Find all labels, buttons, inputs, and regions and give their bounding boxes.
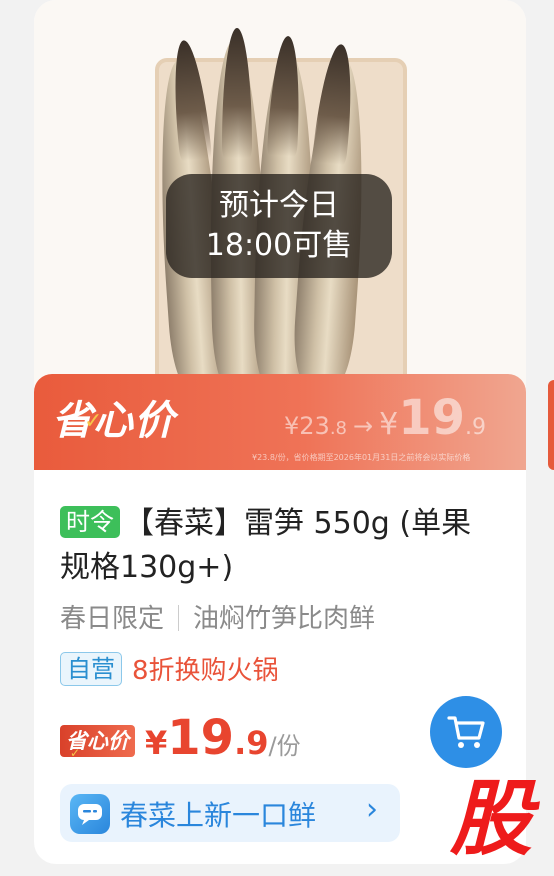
- price-decimal: .9: [234, 724, 269, 762]
- banner-title: 省心价: [52, 398, 175, 444]
- subtitle-left: 春日限定: [60, 604, 165, 634]
- chevron-right-icon: ›: [366, 792, 378, 827]
- old-price-symbol: ¥: [284, 412, 300, 440]
- new-price-symbol: ¥: [379, 407, 399, 442]
- product-title[interactable]: 时令 【春菜】雷笋 550g (单果规格130g+): [60, 502, 500, 590]
- product-subtitle: 春日限定 油焖竹笋比肉鲜: [60, 598, 375, 635]
- banner-fineprint: ¥23.8/份，省价格期至2026年01月31日之前将会以实际价格: [252, 453, 471, 462]
- arrow-icon: →: [353, 412, 374, 440]
- price-unit: /份: [268, 732, 301, 760]
- cart-icon: [447, 716, 485, 748]
- self-operated-badge: 自营: [60, 651, 122, 686]
- eta-line-2: 18:00可售: [205, 228, 353, 263]
- old-price-int: 23: [299, 412, 330, 440]
- banner-price-compare: ¥23.8 → ¥19.9: [284, 390, 486, 446]
- add-to-cart-button[interactable]: [430, 696, 502, 768]
- product-title-text: 【春菜】雷笋 550g (单果规格130g+): [60, 506, 472, 585]
- check-icon: ✓: [84, 409, 103, 434]
- season-tag: 时令: [60, 506, 120, 538]
- ranking-text: 春菜上新一口鲜: [120, 799, 317, 832]
- price-row: 省心价 ✓ ¥19.9/份: [60, 710, 301, 766]
- promo-row: 自营 8折换购火锅: [60, 650, 279, 687]
- divider: [178, 605, 180, 631]
- price-symbol: ¥: [145, 724, 168, 762]
- new-price-int: 19: [398, 390, 466, 446]
- eta-line-1: 预计今日: [219, 188, 339, 223]
- chat-bubble-icon: [70, 794, 110, 834]
- shoot-tip: [266, 35, 304, 157]
- watermark-logo: 股: [450, 772, 532, 867]
- subtitle-right: 油焖竹笋比肉鲜: [193, 604, 376, 634]
- neighbor-card-edge[interactable]: [548, 380, 554, 470]
- new-price-dec: .9: [465, 415, 487, 440]
- old-price-dec: .8: [329, 418, 348, 439]
- price-banner: 省心价 ✓ ¥23.8 → ¥19.9 ¥23.8/份，省价格期至2026年01月3…: [34, 374, 526, 470]
- page: 预计今日 18:00可售 省心价 ✓ ¥23.8 → ¥19.9 ¥23.8/份，省…: [0, 0, 554, 876]
- check-icon: ✓: [70, 746, 81, 760]
- product-card[interactable]: 预计今日 18:00可售 省心价 ✓ ¥23.8 → ¥19.9 ¥23.8/份，省…: [34, 0, 526, 864]
- ranking-link[interactable]: 春菜上新一口鲜 ›: [60, 784, 400, 842]
- price-integer: 19: [167, 710, 235, 766]
- availability-overlay: 预计今日 18:00可售: [166, 174, 392, 278]
- price-badge: 省心价 ✓: [60, 725, 135, 760]
- promo-text[interactable]: 8折换购火锅: [132, 650, 279, 687]
